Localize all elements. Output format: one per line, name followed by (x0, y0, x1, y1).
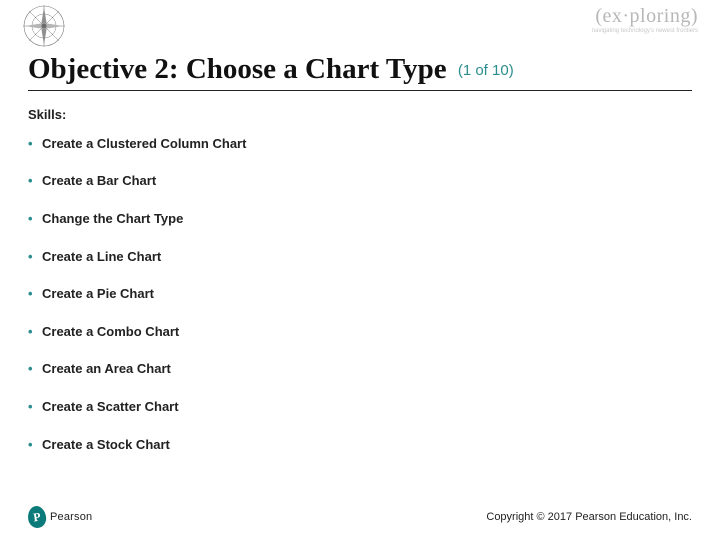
pearson-icon: P (27, 505, 48, 529)
title-counter: (1 of 10) (458, 62, 514, 79)
title-main: Objective 2: Choose a Chart Type (28, 53, 447, 85)
list-item: Create a Scatter Chart (28, 399, 692, 415)
copyright-text: Copyright © 2017 Pearson Education, Inc. (486, 511, 692, 523)
list-item: Create a Bar Chart (28, 173, 692, 189)
pearson-text: Pearson (50, 511, 92, 523)
compass-icon (22, 4, 66, 48)
list-item: Create a Line Chart (28, 249, 692, 265)
list-item: Create an Area Chart (28, 361, 692, 377)
brand-text: (ex·ploring) (595, 5, 698, 27)
content-area: Skills: Create a Clustered Column Chart … (0, 93, 720, 452)
slide-header: (ex·ploring) navigating technology's new… (0, 0, 720, 48)
skills-label: Skills: (28, 107, 692, 122)
page-title: Objective 2: Choose a Chart Type (1 of 1… (28, 54, 692, 91)
list-item: Create a Combo Chart (28, 324, 692, 340)
skill-list: Create a Clustered Column Chart Create a… (28, 136, 692, 452)
pearson-logo: P Pearson (28, 506, 92, 528)
slide-footer: P Pearson Copyright © 2017 Pearson Educa… (0, 506, 720, 528)
list-item: Create a Pie Chart (28, 286, 692, 302)
brand-tagline: navigating technology's newest frontiers (592, 28, 698, 34)
list-item: Change the Chart Type (28, 211, 692, 227)
list-item: Create a Clustered Column Chart (28, 136, 692, 152)
title-section: Objective 2: Choose a Chart Type (1 of 1… (0, 48, 720, 93)
list-item: Create a Stock Chart (28, 437, 692, 453)
brand-logo: (ex·ploring) navigating technology's new… (592, 4, 698, 34)
